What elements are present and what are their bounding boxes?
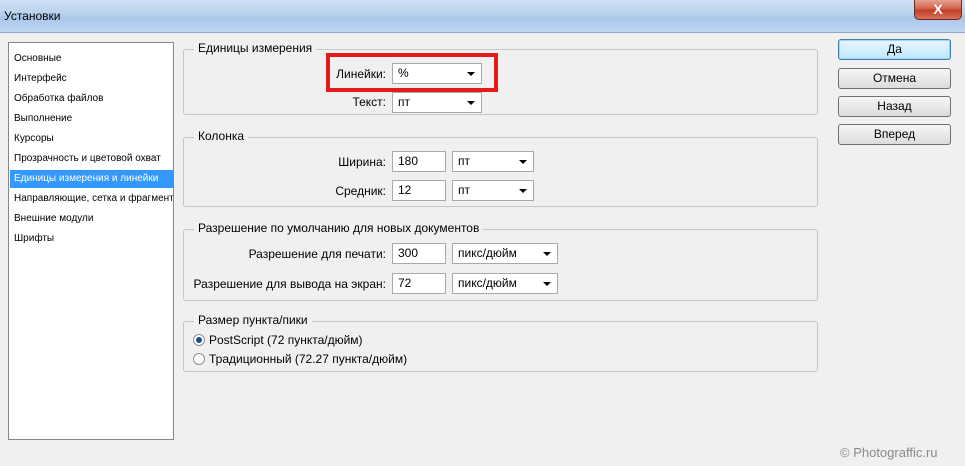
back-button[interactable]: Назад [838, 96, 951, 117]
chevron-down-icon [519, 189, 527, 193]
print-resolution-unit-select[interactable]: пикс/дюйм [452, 243, 558, 264]
chevron-down-icon [519, 160, 527, 164]
gutter-unit-value: пт [458, 183, 470, 197]
postscript-radio[interactable] [193, 334, 205, 346]
text-unit-select[interactable]: пт [392, 92, 482, 113]
sidebar-item-units-rulers[interactable]: Единицы измерения и линейки [10, 170, 173, 188]
sidebar-item-transparency[interactable]: Прозрачность и цветовой охват [10, 150, 173, 168]
category-list[interactable]: Основные Интерфейс Обработка файлов Выпо… [8, 42, 174, 440]
sidebar-item-cursors[interactable]: Курсоры [10, 130, 173, 148]
screen-resolution-unit-value: пикс/дюйм [458, 276, 517, 290]
chevron-down-icon [467, 101, 475, 105]
sidebar-item-general[interactable]: Основные [10, 50, 173, 68]
chevron-down-icon [543, 282, 551, 286]
watermark-text: © Photograffic.ru [840, 445, 938, 460]
text-unit-value: пт [398, 95, 410, 109]
print-resolution-unit-value: пикс/дюйм [458, 246, 517, 260]
resolution-legend: Разрешение по умолчанию для новых докуме… [194, 221, 484, 235]
units-legend: Единицы измерения [194, 41, 317, 55]
title-bar: Установки X [0, 0, 965, 33]
close-button[interactable]: X [914, 0, 962, 20]
window-title: Установки [4, 9, 61, 23]
gutter-label: Средник: [335, 184, 386, 198]
screen-resolution-unit-select[interactable]: пикс/дюйм [452, 273, 558, 294]
chevron-down-icon [543, 252, 551, 256]
ok-button[interactable]: Да [838, 39, 951, 60]
gutter-unit-select[interactable]: пт [452, 180, 534, 201]
next-button[interactable]: Вперед [838, 124, 951, 145]
sidebar-item-file-handling[interactable]: Обработка файлов [10, 90, 173, 108]
traditional-label[interactable]: Традиционный (72.27 пункта/дюйм) [209, 352, 407, 366]
postscript-label[interactable]: PostScript (72 пункта/дюйм) [209, 333, 363, 347]
print-resolution-input[interactable]: 300 [392, 243, 446, 264]
sidebar-item-interface[interactable]: Интерфейс [10, 70, 173, 88]
dialog-body: Основные Интерфейс Обработка файлов Выпо… [0, 33, 965, 466]
highlight-frame [326, 53, 498, 92]
width-input[interactable]: 180 [392, 151, 446, 172]
screen-resolution-label: Разрешение для вывода на экран: [193, 277, 386, 291]
screen-resolution-input[interactable]: 72 [392, 273, 446, 294]
sidebar-item-guides-grid[interactable]: Направляющие, сетка и фрагменты [10, 190, 173, 208]
text-label: Текст: [352, 95, 386, 109]
width-unit-value: пт [458, 154, 470, 168]
close-icon: X [933, 1, 943, 17]
width-label: Ширина: [338, 155, 386, 169]
sidebar-item-type[interactable]: Шрифты [10, 230, 173, 248]
cancel-button[interactable]: Отмена [838, 68, 951, 89]
print-resolution-label: Разрешение для печати: [248, 247, 386, 261]
column-legend: Колонка [194, 129, 249, 143]
gutter-input[interactable]: 12 [392, 180, 446, 201]
traditional-radio[interactable] [193, 353, 205, 365]
units-group: Единицы измерения [183, 41, 818, 115]
sidebar-item-performance[interactable]: Выполнение [10, 110, 173, 128]
width-unit-select[interactable]: пт [452, 151, 534, 172]
sidebar-item-plugins[interactable]: Внешние модули [10, 210, 173, 228]
point-size-legend: Размер пункта/пики [194, 313, 312, 327]
